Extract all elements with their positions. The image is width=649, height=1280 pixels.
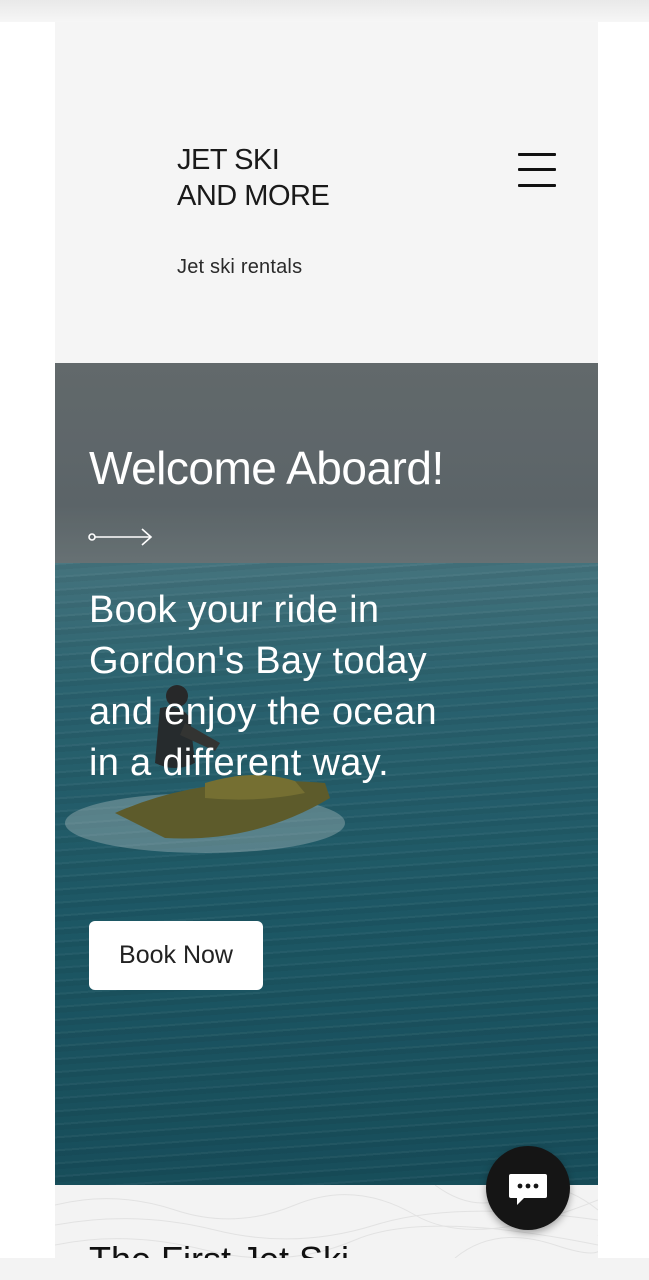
browser-top-strip [0,0,649,22]
browser-bottom-strip [0,1258,649,1280]
brand-name[interactable]: JET SKI AND MORE [177,142,337,214]
hero-title: Welcome Aboard! [89,442,444,494]
book-now-button[interactable]: Book Now [89,921,263,990]
page: JET SKI AND MORE Jet ski rentals Welcome… [0,22,649,1258]
section-heading: The First Jet Ski [89,1239,349,1258]
hamburger-menu-icon [518,153,556,156]
hamburger-menu-button[interactable] [516,152,556,190]
hamburger-menu-icon-bar [518,168,556,171]
chat-bubble-icon [509,1174,547,1205]
brand-tagline: Jet ski rentals [177,256,303,278]
arrow-right-icon [88,528,153,546]
hero-section: Welcome Aboard! Book your ride in Gordon… [55,363,598,1185]
site-container: JET SKI AND MORE Jet ski rentals Welcome… [55,22,598,1258]
site-header: JET SKI AND MORE Jet ski rentals [55,22,598,363]
chat-button[interactable] [486,1146,570,1230]
hamburger-menu-icon-bar [518,184,556,187]
hero-description: Book your ride in Gordon's Bay today and… [89,589,437,784]
